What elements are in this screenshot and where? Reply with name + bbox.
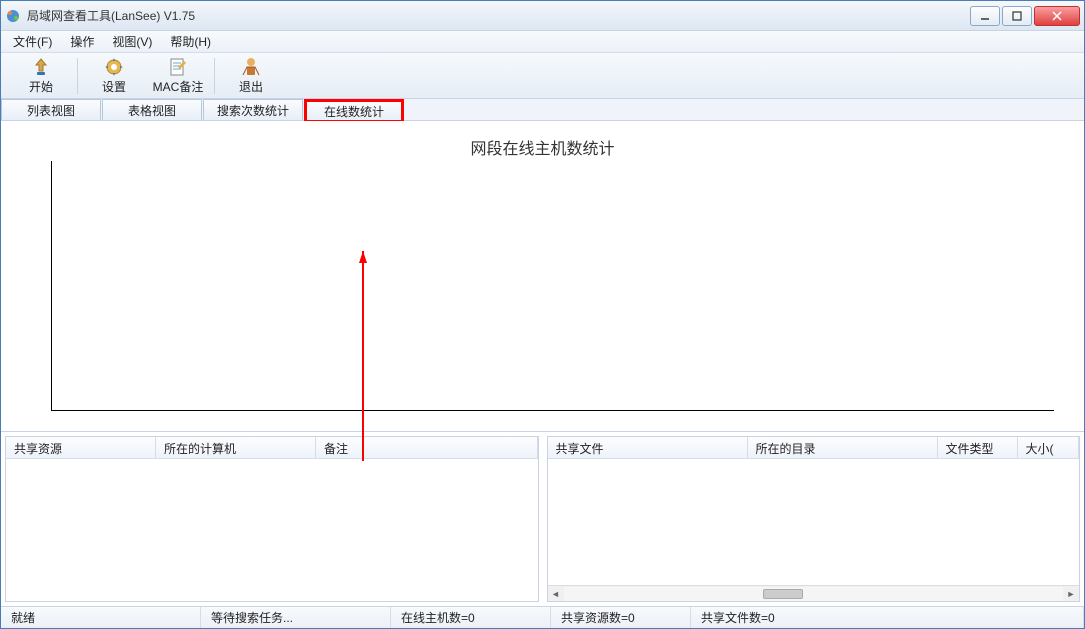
col-size[interactable]: 大小( — [1018, 437, 1080, 458]
menu-operate[interactable]: 操作 — [62, 31, 102, 52]
titlebar: 局域网查看工具(LanSee) V1.75 — [1, 1, 1084, 31]
col-note[interactable]: 备注 — [316, 437, 538, 458]
tab-online-count[interactable]: 在线数统计 — [304, 99, 404, 123]
gear-icon — [104, 57, 124, 77]
maximize-button[interactable] — [1002, 6, 1032, 26]
col-shared-resource[interactable]: 共享资源 — [6, 437, 156, 458]
y-axis — [51, 161, 52, 411]
settings-button[interactable]: 设置 — [82, 55, 146, 97]
right-panel-body[interactable] — [548, 459, 1080, 585]
window-controls — [970, 6, 1080, 26]
tabs: 列表视图 表格视图 搜索次数统计 在线数统计 — [1, 99, 1084, 121]
menu-view[interactable]: 视图(V) — [104, 31, 160, 52]
start-icon — [31, 57, 51, 77]
left-panel-body[interactable] — [6, 459, 538, 601]
close-button[interactable] — [1034, 6, 1080, 26]
col-directory[interactable]: 所在的目录 — [748, 437, 938, 458]
status-waiting: 等待搜索任务... — [201, 607, 391, 628]
menu-file[interactable]: 文件(F) — [5, 31, 60, 52]
left-panel-header: 共享资源 所在的计算机 备注 — [6, 437, 538, 459]
status-shared-files: 共享文件数=0 — [691, 607, 1084, 628]
x-axis — [51, 410, 1054, 411]
col-shared-file[interactable]: 共享文件 — [548, 437, 748, 458]
status-ready: 就绪 — [1, 607, 201, 628]
toolbar-separator — [77, 58, 78, 94]
scroll-thumb[interactable] — [763, 589, 803, 599]
exit-button[interactable]: 退出 — [219, 55, 283, 97]
scroll-left-arrow-icon[interactable]: ◄ — [548, 587, 564, 601]
exit-icon — [241, 57, 261, 77]
window-title: 局域网查看工具(LanSee) V1.75 — [27, 7, 970, 24]
main-window: 局域网查看工具(LanSee) V1.75 文件(F) 操作 视图(V) 帮助(… — [0, 0, 1085, 629]
status-online-hosts: 在线主机数=0 — [391, 607, 551, 628]
right-panel-header: 共享文件 所在的目录 文件类型 大小( — [548, 437, 1080, 459]
toolbar: 开始 设置 MAC备注 — [1, 53, 1084, 99]
statusbar: 就绪 等待搜索任务... 在线主机数=0 共享资源数=0 共享文件数=0 — [1, 606, 1084, 628]
start-button[interactable]: 开始 — [9, 55, 73, 97]
mac-note-button[interactable]: MAC备注 — [146, 55, 210, 97]
status-shared-resources: 共享资源数=0 — [551, 607, 691, 628]
start-label: 开始 — [29, 78, 53, 95]
horizontal-scrollbar[interactable]: ◄ ► — [548, 585, 1080, 601]
scroll-track[interactable] — [564, 587, 1064, 601]
chart-axes — [51, 161, 1054, 411]
bottom-panels: 共享资源 所在的计算机 备注 共享文件 所在的目录 文件类型 大小( ◄ ► — [1, 431, 1084, 606]
chart-area: 网段在线主机数统计 — [1, 121, 1084, 431]
left-panel: 共享资源 所在的计算机 备注 — [5, 436, 539, 602]
chart-title: 网段在线主机数统计 — [31, 135, 1054, 159]
note-icon — [168, 57, 188, 77]
tab-search-count[interactable]: 搜索次数统计 — [203, 99, 303, 120]
app-icon — [5, 8, 21, 24]
exit-label: 退出 — [239, 78, 263, 95]
menu-help[interactable]: 帮助(H) — [162, 31, 219, 52]
right-panel: 共享文件 所在的目录 文件类型 大小( ◄ ► — [547, 436, 1081, 602]
mac-note-label: MAC备注 — [153, 78, 204, 95]
col-file-type[interactable]: 文件类型 — [938, 437, 1018, 458]
menubar: 文件(F) 操作 视图(V) 帮助(H) — [1, 31, 1084, 53]
settings-label: 设置 — [102, 78, 126, 95]
scroll-right-arrow-icon[interactable]: ► — [1063, 587, 1079, 601]
col-computer[interactable]: 所在的计算机 — [156, 437, 316, 458]
tab-table-view[interactable]: 表格视图 — [102, 99, 202, 120]
tab-list-view[interactable]: 列表视图 — [1, 99, 101, 120]
toolbar-separator — [214, 58, 215, 94]
minimize-button[interactable] — [970, 6, 1000, 26]
